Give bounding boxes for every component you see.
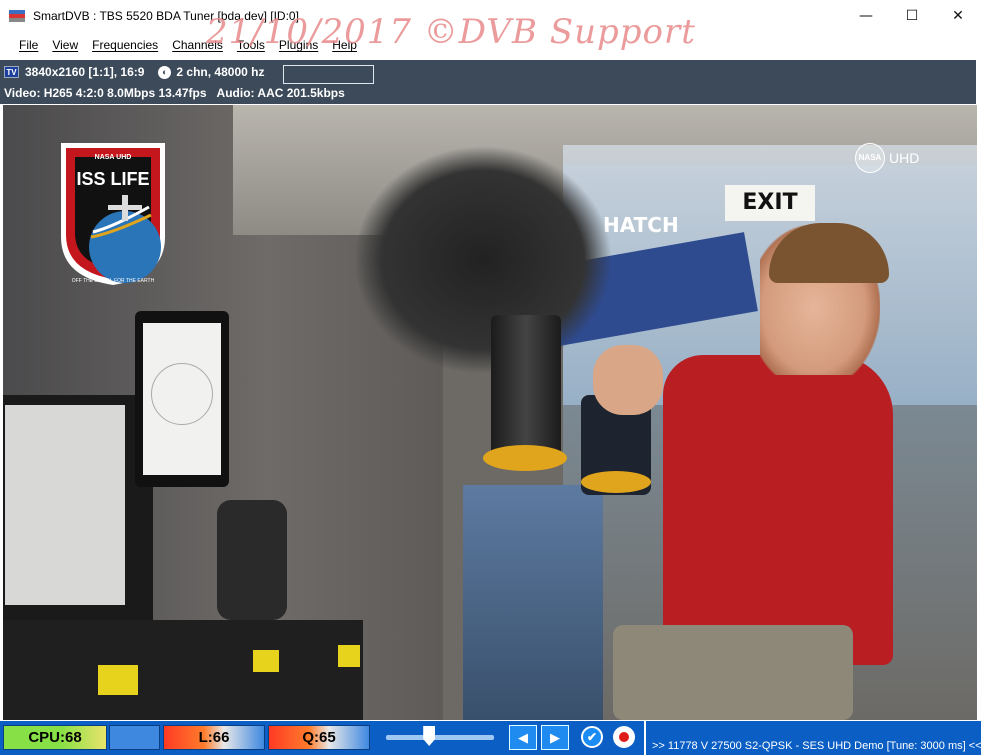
signal-quality-meter: Q:65	[268, 725, 370, 750]
volume-slider[interactable]	[386, 735, 494, 740]
scene-yellow-block	[98, 665, 138, 695]
scene-person-hand	[593, 345, 663, 415]
next-icon: ▶	[550, 729, 560, 745]
volume-slider-thumb[interactable]	[423, 726, 436, 746]
nasa-uhd-logo: NASA UHD	[855, 143, 919, 173]
badge-title-text: ISS LIFE	[76, 169, 149, 189]
scene-yellow-block	[338, 645, 360, 667]
title-bar: SmartDVB : TBS 5520 BDA Tuner [bda.dev] …	[0, 0, 981, 32]
tv-icon: TV	[4, 66, 19, 78]
iss-life-badge-icon: NASA UHD ISS LIFE OFF THE EARTH, FOR THE…	[61, 143, 165, 285]
scene-tablet	[135, 311, 229, 487]
menu-view[interactable]: View	[45, 38, 85, 52]
badge-top-text: NASA UHD	[95, 154, 132, 161]
cpu-meter: CPU:68	[3, 725, 107, 750]
video-codec-text: Video: H265 4:2:0 8.0Mbps 13.47fps	[4, 86, 207, 100]
signal-level-meter: L:66	[163, 725, 265, 750]
status-divider	[644, 721, 646, 755]
scene-yellow-block	[253, 650, 279, 672]
scene-person-shirt	[663, 355, 893, 665]
scene-person-pants	[613, 625, 853, 720]
scene-rack	[463, 485, 603, 720]
audio-codec-text: Audio: AAC 201.5kbps	[216, 86, 345, 100]
menu-file[interactable]: File	[12, 38, 45, 52]
resolution-text: 3840x2160 [1:1], 16:9	[25, 65, 145, 79]
tune-status-text: >> 11778 V 27500 S2-QPSK - SES UHD Demo …	[652, 740, 981, 752]
scene-lens	[491, 315, 561, 465]
menu-frequencies[interactable]: Frequencies	[85, 38, 165, 52]
nasa-logo-icon: NASA	[855, 143, 885, 173]
app-logo-icon	[9, 10, 25, 22]
scene-laptop	[3, 395, 153, 620]
info-input-box[interactable]	[283, 65, 374, 84]
window-controls: — ☐ ✕	[843, 0, 981, 32]
blank-meter	[109, 725, 160, 750]
menu-bar: File View Frequencies Channels Tools Plu…	[0, 32, 981, 58]
menu-plugins[interactable]: Plugins	[272, 38, 325, 52]
stream-info-bar: TV 3840x2160 [1:1], 16:9 ◐ 2 chn, 48000 …	[0, 60, 976, 104]
audio-channel-icon: ◐	[158, 65, 172, 79]
menu-tools[interactable]: Tools	[230, 38, 272, 52]
scene-camera-ring	[581, 471, 651, 493]
info-row-format: TV 3840x2160 [1:1], 16:9 ◐ 2 chn, 48000 …	[4, 65, 264, 79]
previous-icon: ◀	[518, 729, 528, 745]
info-row-codec: Video: H265 4:2:0 8.0Mbps 13.47fps Audio…	[4, 86, 355, 100]
scene-tray	[3, 620, 363, 720]
scene-joystick	[217, 500, 287, 620]
previous-button[interactable]: ◀	[509, 725, 537, 750]
scene-camera-rig	[353, 145, 613, 375]
menu-channels[interactable]: Channels	[165, 38, 230, 52]
close-button[interactable]: ✕	[935, 0, 981, 32]
clock-icon	[151, 363, 213, 425]
menu-help[interactable]: Help	[325, 38, 364, 52]
video-display[interactable]: HATCH EXIT NASA UHD NASA UHD ISS LIFE OF…	[3, 105, 977, 720]
maximize-button[interactable]: ☐	[889, 0, 935, 32]
exit-sign: EXIT	[725, 185, 815, 221]
check-icon: ✔	[586, 730, 598, 744]
uhd-label: UHD	[889, 150, 920, 166]
record-button[interactable]	[613, 726, 635, 748]
badge-ring-text: OFF THE EARTH, FOR THE EARTH	[72, 278, 155, 284]
audio-format-text: 2 chn, 48000 hz	[176, 65, 265, 79]
status-bar: CPU:68 L:66 Q:65 ◀ ▶ ✔ >> 11778 V 27500 …	[0, 721, 981, 755]
minimize-button[interactable]: —	[843, 0, 889, 32]
next-button[interactable]: ▶	[541, 725, 569, 750]
record-icon	[619, 732, 629, 742]
scene-lens-ring	[483, 445, 567, 471]
hatch-sign: HATCH	[603, 213, 679, 237]
window-title: SmartDVB : TBS 5520 BDA Tuner [bda.dev] …	[33, 9, 299, 23]
check-button[interactable]: ✔	[581, 726, 603, 748]
